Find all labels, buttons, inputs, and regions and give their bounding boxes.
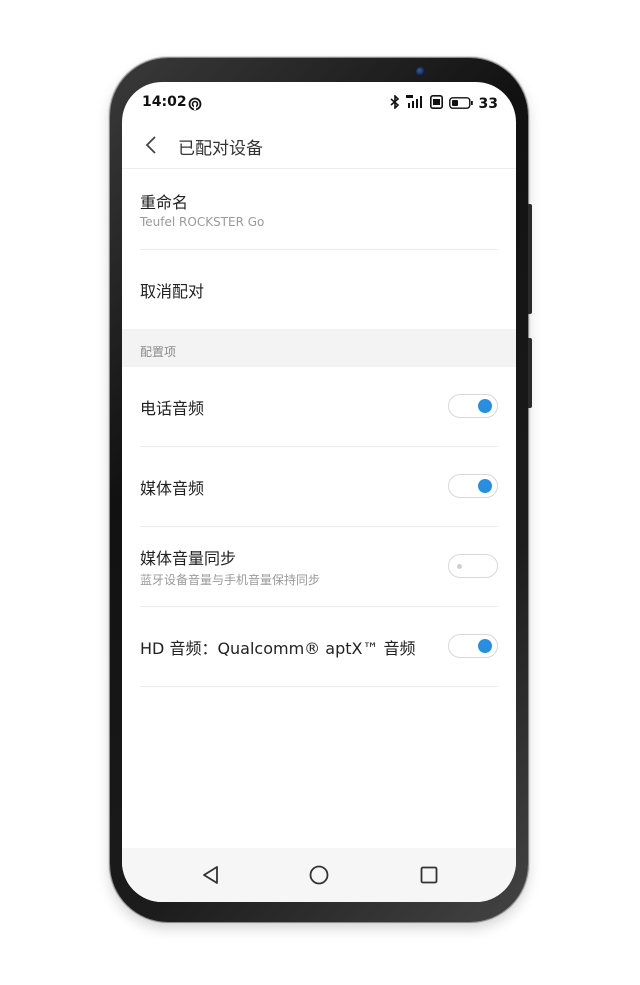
phone-frame: 14:02 33 已配对设备 重命名 Teufel ROCKSTER Go 取消…: [110, 58, 532, 922]
toggle-knob: [478, 479, 492, 493]
nav-home-button[interactable]: [306, 862, 332, 888]
power-button: [528, 338, 532, 408]
hotspot-icon: [188, 96, 202, 115]
media-audio-toggle[interactable]: [448, 474, 498, 498]
battery-icon: [448, 94, 473, 113]
back-button[interactable]: [136, 130, 166, 160]
navigation-bar: [122, 848, 516, 902]
volume-sync-subtitle: 蓝牙设备音量与手机音量保持同步: [140, 573, 321, 587]
bluetooth-icon: [389, 94, 400, 113]
status-bar: 14:02 33: [122, 82, 516, 122]
hd-audio-row[interactable]: HD 音频：Qualcomm® aptX™ 音频: [140, 607, 498, 687]
phone-audio-label: 电话音频: [140, 399, 205, 418]
config-section-header: 配置项: [122, 329, 516, 367]
device-name: Teufel ROCKSTER Go: [140, 215, 265, 229]
phone-screen: 14:02 33 已配对设备 重命名 Teufel ROCKSTER Go 取消…: [122, 82, 516, 902]
app-header: 已配对设备: [122, 122, 516, 169]
nav-recents-button[interactable]: [416, 862, 442, 888]
signal-4g-icon: [405, 94, 424, 113]
unpair-label: 取消配对: [140, 282, 205, 301]
page-title: 已配对设备: [178, 139, 263, 159]
front-camera: [416, 67, 425, 76]
volume-sync-toggle[interactable]: [448, 554, 498, 578]
rename-row[interactable]: 重命名 Teufel ROCKSTER Go: [140, 169, 498, 250]
home-circle-icon: [309, 865, 329, 885]
toggle-knob: [478, 639, 492, 653]
phone-audio-toggle[interactable]: [448, 394, 498, 418]
back-triangle-icon: [203, 866, 218, 884]
phone-audio-row[interactable]: 电话音频: [140, 367, 498, 447]
nav-back-button[interactable]: [198, 862, 224, 888]
status-time: 14:02: [142, 94, 187, 110]
media-audio-row[interactable]: 媒体音频: [140, 447, 498, 527]
stage: 14:02 33 已配对设备 重命名 Teufel ROCKSTER Go 取消…: [0, 0, 640, 985]
volume-sync-label: 媒体音量同步: [140, 549, 237, 568]
rename-label: 重命名: [140, 193, 189, 212]
hd-audio-label: HD 音频：Qualcomm® aptX™ 音频: [140, 639, 416, 658]
unpair-row[interactable]: 取消配对: [140, 250, 498, 329]
hd-audio-toggle[interactable]: [448, 634, 498, 658]
chevron-left-icon: [145, 136, 156, 154]
status-icons: 33: [389, 94, 498, 113]
toggle-knob: [457, 564, 462, 569]
hd-icon: [429, 94, 443, 113]
media-audio-label: 媒体音频: [140, 479, 205, 498]
battery-level: 33: [478, 95, 498, 112]
recents-square-icon: [420, 866, 438, 884]
volume-button: [528, 204, 532, 314]
section-label: 配置项: [140, 345, 177, 359]
toggle-knob: [478, 399, 492, 413]
volume-sync-row[interactable]: 媒体音量同步 蓝牙设备音量与手机音量保持同步: [140, 527, 498, 607]
